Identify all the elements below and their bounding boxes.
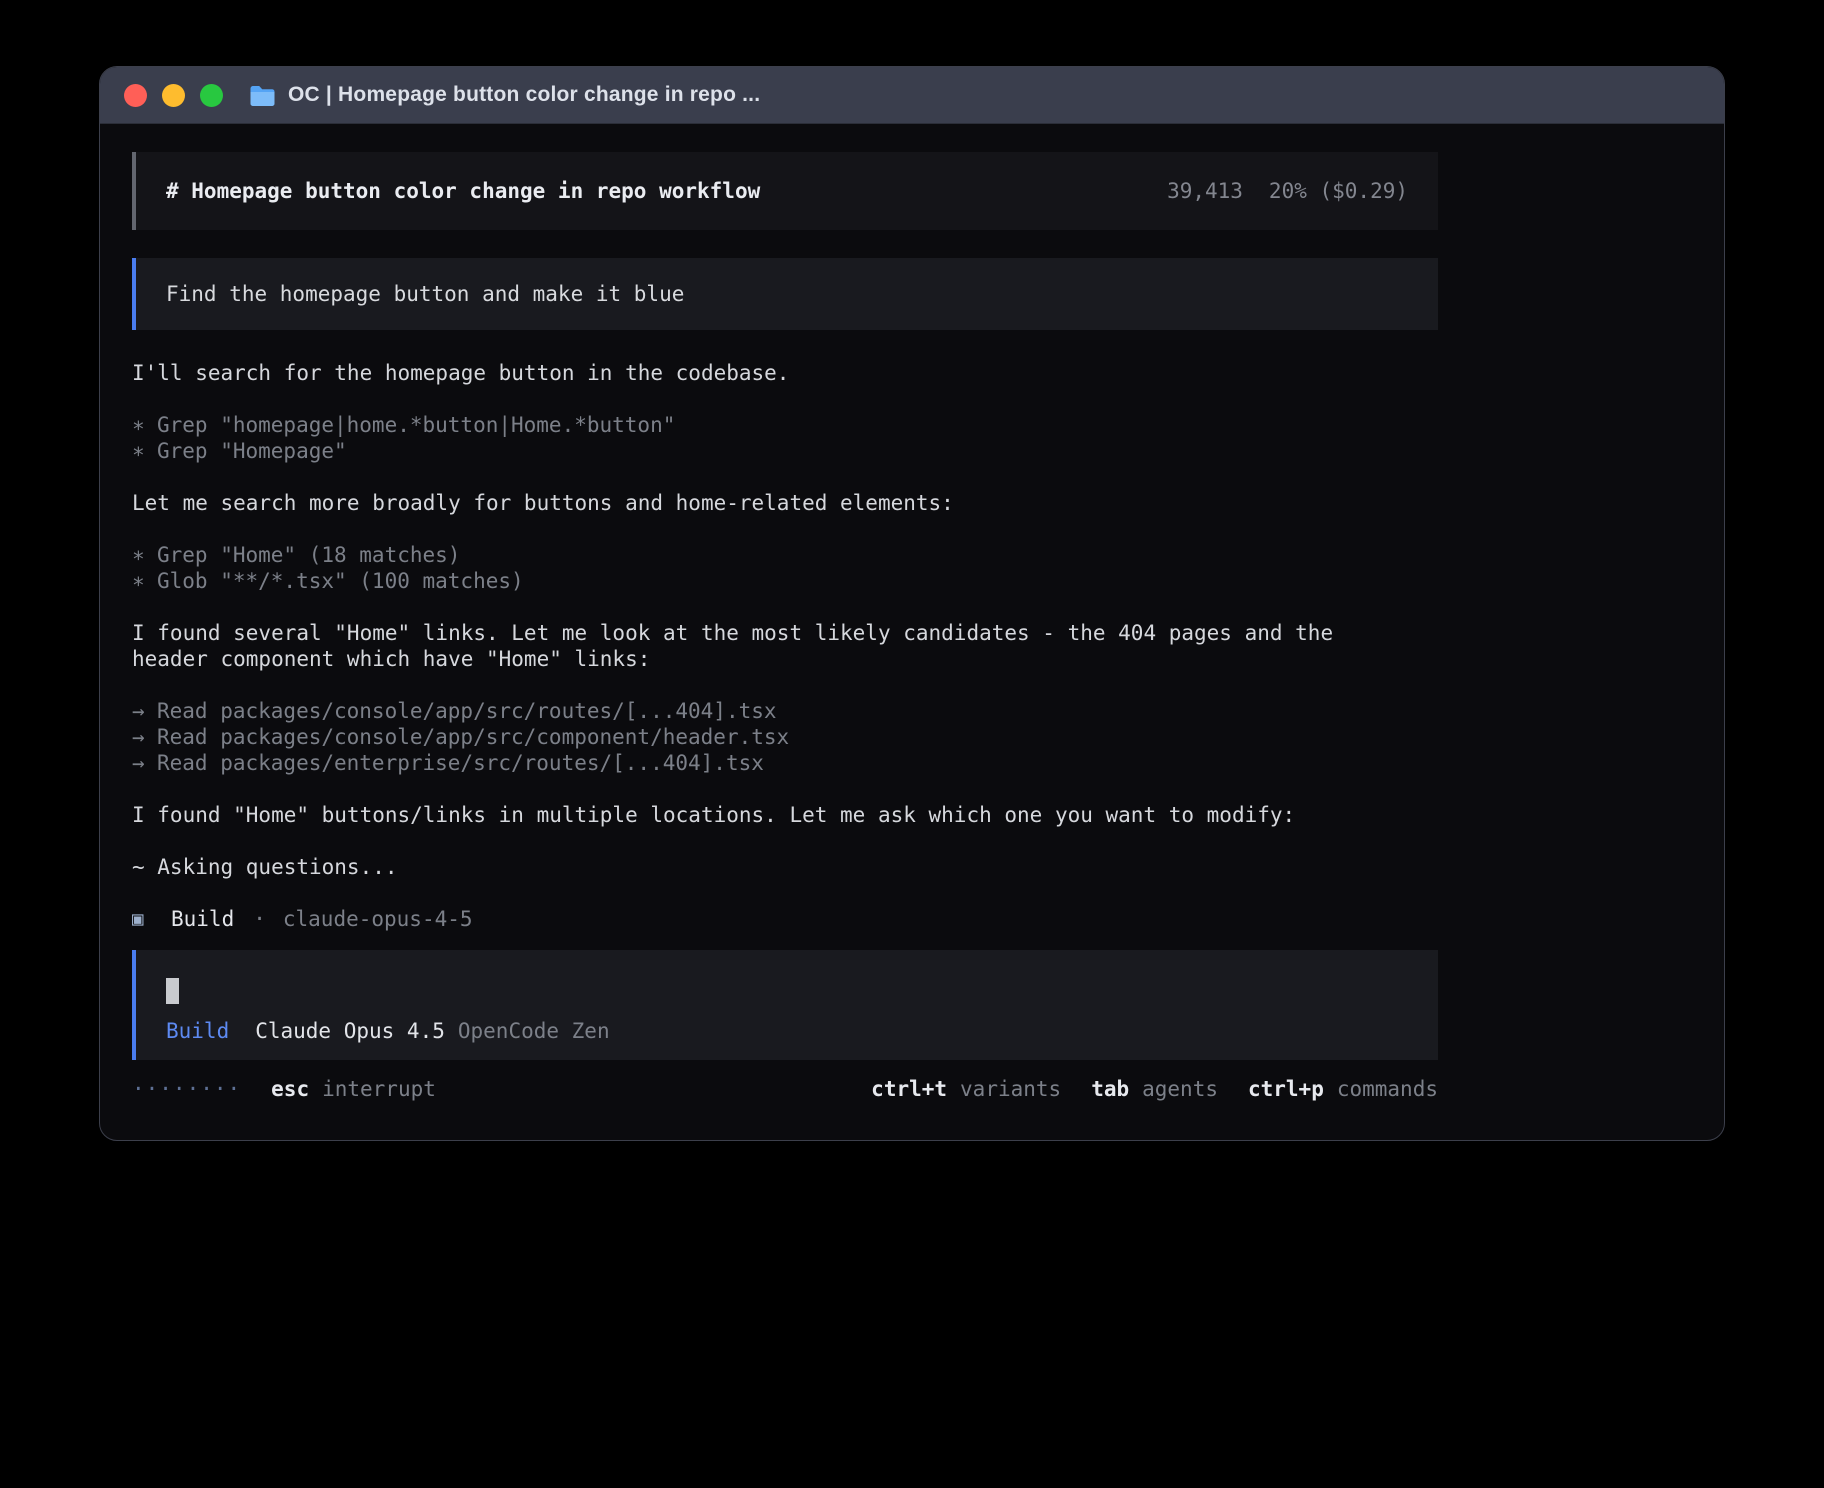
desktop-background: OC | Homepage button color change in rep… xyxy=(0,0,1824,1488)
tool-bullet-icon: ∗ xyxy=(132,438,157,464)
read-arrow-icon: → xyxy=(132,750,157,776)
tool-bullet-icon: ∗ xyxy=(132,412,157,438)
shortcut-key: ctrl+p xyxy=(1248,1076,1324,1102)
read-arrow-icon: → xyxy=(132,724,157,750)
terminal-window: OC | Homepage button color change in rep… xyxy=(99,66,1725,1141)
tool-call-text: Read packages/console/app/src/component/… xyxy=(157,724,789,750)
tool-call-text: Grep "homepage|home.*button|Home.*button… xyxy=(157,412,675,438)
agent-separator: · xyxy=(253,906,266,932)
tool-call-grep: ∗ Grep "homepage|home.*button|Home.*butt… xyxy=(132,412,1438,438)
read-arrow-icon: → xyxy=(132,698,157,724)
shortcut-agents: tab agents xyxy=(1091,1076,1218,1102)
shortcut-label: commands xyxy=(1337,1076,1438,1102)
tool-call-text: Glob "**/*.tsx" (100 matches) xyxy=(157,568,524,594)
agent-name: Build xyxy=(171,906,234,932)
provider-label: OpenCode Zen xyxy=(458,1018,610,1044)
session-title: # Homepage button color change in repo w… xyxy=(166,178,760,204)
agent-mode-label[interactable]: Build xyxy=(166,1018,229,1044)
text-cursor xyxy=(166,978,179,1004)
token-count: 39,413 xyxy=(1167,178,1243,204)
shortcut-key: tab xyxy=(1091,1076,1129,1102)
spinner-dots: ········ xyxy=(132,1076,241,1102)
input-meta-line: Build Claude Opus 4.5 OpenCode Zen xyxy=(166,1018,1408,1044)
status-bar: ········ esc interrupt ctrl+t variants t… xyxy=(132,1076,1438,1102)
user-message: Find the homepage button and make it blu… xyxy=(132,258,1438,330)
prompt-input[interactable]: Build Claude Opus 4.5 OpenCode Zen xyxy=(132,950,1438,1060)
terminal-body: # Homepage button color change in repo w… xyxy=(100,124,1724,1102)
shortcut-commands: ctrl+p commands xyxy=(1248,1076,1438,1102)
shortcut-label: agents xyxy=(1142,1076,1218,1102)
tool-call-grep: ∗ Grep "Home" (18 matches) xyxy=(132,542,1438,568)
tool-call-grep: ∗ Grep "Homepage" xyxy=(132,438,1438,464)
user-message-text: Find the homepage button and make it blu… xyxy=(166,282,684,306)
shortcut-label: interrupt xyxy=(322,1076,436,1102)
zoom-button[interactable] xyxy=(200,84,223,107)
asking-status: ~ Asking questions... xyxy=(132,854,1438,880)
close-button[interactable] xyxy=(124,84,147,107)
folder-icon xyxy=(249,84,276,106)
model-label[interactable]: Claude Opus 4.5 xyxy=(255,1018,445,1044)
traffic-lights xyxy=(124,84,223,107)
shortcut-esc: esc interrupt xyxy=(271,1076,436,1102)
session-header: # Homepage button color change in repo w… xyxy=(132,152,1438,230)
session-stats: 39,413 20% ($0.29) xyxy=(1167,178,1408,204)
tool-call-text: Read packages/enterprise/src/routes/[...… xyxy=(157,750,764,776)
context-usage: 20% ($0.29) xyxy=(1269,178,1408,204)
shortcut-key: esc xyxy=(271,1076,309,1102)
tool-bullet-icon: ∗ xyxy=(132,542,157,568)
window-title: OC | Homepage button color change in rep… xyxy=(288,83,760,107)
shortcut-variants: ctrl+t variants xyxy=(871,1076,1061,1102)
tool-call-text: Grep "Homepage" xyxy=(157,438,347,464)
agent-model: claude-opus-4-5 xyxy=(283,906,473,932)
assistant-text: I'll search for the homepage button in t… xyxy=(132,360,1438,386)
shortcut-hints: ctrl+t variants tab agents ctrl+p comman… xyxy=(871,1076,1438,1102)
tool-call-read: → Read packages/console/app/src/routes/[… xyxy=(132,698,1438,724)
shortcut-label: variants xyxy=(960,1076,1061,1102)
assistant-text: I found several "Home" links. Let me loo… xyxy=(132,620,1372,672)
window-titlebar[interactable]: OC | Homepage button color change in rep… xyxy=(100,67,1724,124)
agent-status-line: ▣ Build · claude-opus-4-5 xyxy=(132,906,1438,932)
tool-call-text: Read packages/console/app/src/routes/[..… xyxy=(157,698,777,724)
assistant-transcript: I'll search for the homepage button in t… xyxy=(132,360,1438,932)
agent-build-icon: ▣ xyxy=(132,906,152,932)
tool-call-text: Grep "Home" (18 matches) xyxy=(157,542,460,568)
tool-call-read: → Read packages/console/app/src/componen… xyxy=(132,724,1438,750)
tool-call-glob: ∗ Glob "**/*.tsx" (100 matches) xyxy=(132,568,1438,594)
minimize-button[interactable] xyxy=(162,84,185,107)
shortcut-key: ctrl+t xyxy=(871,1076,947,1102)
assistant-text: Let me search more broadly for buttons a… xyxy=(132,490,1438,516)
tool-call-read: → Read packages/enterprise/src/routes/[.… xyxy=(132,750,1438,776)
assistant-text: I found "Home" buttons/links in multiple… xyxy=(132,802,1438,828)
tool-bullet-icon: ∗ xyxy=(132,568,157,594)
